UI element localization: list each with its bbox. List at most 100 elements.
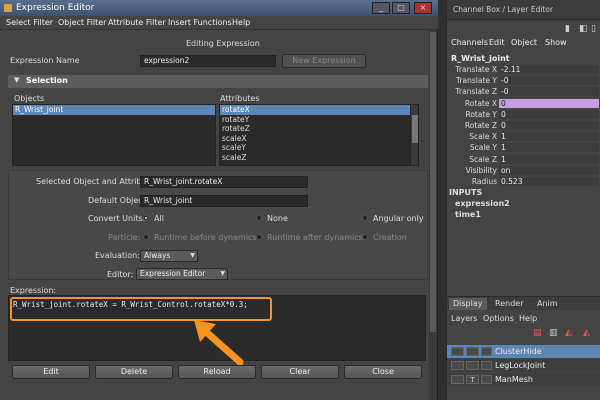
channel-attr-value[interactable]: 1	[499, 132, 599, 142]
menu-object-filter[interactable]: Object Filter	[58, 18, 106, 27]
input-time1[interactable]: time1	[455, 210, 481, 219]
create-layer-icon[interactable]: ◭	[565, 328, 572, 338]
selection-section-header[interactable]: ▼ Selection	[8, 75, 428, 88]
channel-box-title: Channel Box / Layer Editor	[447, 0, 600, 20]
channel-row[interactable]: Visibility on	[447, 165, 600, 176]
layer-visibility-toggle[interactable]	[451, 361, 464, 370]
menu-layer-help[interactable]: Help	[519, 314, 537, 323]
editor-dropdown[interactable]: Expression Editor ▼	[136, 268, 228, 280]
radio-angular-only[interactable]	[362, 215, 368, 221]
layer-stack-icon[interactable]: ▥	[549, 328, 558, 338]
channel-row[interactable]: Rotate Z0	[447, 120, 600, 131]
close-window-button[interactable]: ×	[414, 2, 432, 14]
evaluation-label: Evaluation:	[95, 251, 140, 260]
attributes-list[interactable]: rotateX rotateY rotateZ scaleX scaleY sc…	[219, 104, 419, 166]
menu-select-filter[interactable]: Select Filter	[6, 18, 53, 27]
list-item[interactable]: scaleX	[220, 134, 418, 144]
layer-color-swatch[interactable]	[481, 375, 492, 384]
channel-row[interactable]: Translate Z -0	[447, 86, 600, 97]
channel-attr-value[interactable]: 1	[499, 143, 599, 153]
toggle-icon[interactable]: ▮	[565, 24, 570, 34]
layer-visibility-toggle[interactable]	[451, 375, 464, 384]
add-selected-icon[interactable]: ◭	[583, 328, 590, 338]
channel-attr-value[interactable]: 1	[499, 154, 599, 164]
channel-row[interactable]: Radius 0.523	[447, 176, 600, 187]
radio-none[interactable]	[256, 215, 262, 221]
channel-row[interactable]: Scale X1	[447, 131, 600, 142]
list-item[interactable]: rotateY	[220, 115, 418, 125]
tab-render[interactable]: Render	[491, 298, 527, 310]
channel-attr-value[interactable]: 0	[499, 98, 599, 108]
edit-button[interactable]: Edit	[12, 365, 90, 379]
scrollbar-thumb[interactable]	[412, 115, 418, 143]
close-button[interactable]: Close	[344, 365, 422, 379]
layer-color-swatch[interactable]	[481, 347, 492, 356]
selected-object-attr-input[interactable]: R_Wrist_joint.rotateX	[140, 176, 308, 188]
radio-runtime-after[interactable]	[256, 234, 262, 240]
menu-layers[interactable]: Layers	[451, 314, 477, 323]
evaluation-dropdown[interactable]: Always ▼	[140, 250, 198, 262]
menu-options[interactable]: Options	[483, 314, 514, 323]
menu-insert-functions[interactable]: Insert Functions	[168, 18, 232, 27]
tab-anim[interactable]: Anim	[533, 298, 562, 310]
channel-attr-value[interactable]: 0	[499, 109, 599, 119]
channel-row[interactable]: Translate Y -0	[447, 75, 600, 86]
radio-creation[interactable]	[362, 234, 368, 240]
layer-color-swatch[interactable]	[481, 361, 492, 370]
minimize-button[interactable]: _	[372, 2, 390, 14]
menu-help[interactable]: Help	[232, 18, 250, 27]
objects-list[interactable]: R_Wrist_joint	[12, 104, 216, 166]
radio-all[interactable]	[143, 215, 149, 221]
channel-attr-value[interactable]: on	[499, 165, 599, 175]
channel-row[interactable]: Translate X -2.11	[447, 64, 600, 75]
menu-bar: Select Filter Object Filter Attribute Fi…	[0, 16, 438, 30]
scrollbar-thumb[interactable]	[430, 32, 436, 332]
layer-row[interactable]: T ManMesh	[447, 373, 600, 386]
panel-options-icon[interactable]: ◧	[579, 24, 588, 34]
tab-display[interactable]: Display	[449, 298, 487, 310]
attributes-scrollbar[interactable]	[410, 105, 418, 165]
menu-edit[interactable]: Edit	[489, 38, 505, 47]
editor-scrollbar[interactable]	[429, 30, 437, 400]
channel-row[interactable]: Scale Z1	[447, 154, 600, 165]
menu-attribute-filter[interactable]: Attribute Filter	[108, 18, 166, 27]
clear-button[interactable]: Clear	[261, 365, 339, 379]
channel-attr-name: Radius	[471, 177, 497, 186]
channel-attr-value[interactable]: -0	[499, 76, 599, 86]
default-object-input[interactable]: R_Wrist_joint	[140, 195, 308, 207]
layer-editor-tabs: Display Render Anim	[447, 296, 600, 310]
radio-runtime-before[interactable]	[143, 234, 149, 240]
list-item[interactable]: scaleZ	[220, 153, 418, 163]
layer-display-type-toggle[interactable]: T	[466, 375, 479, 384]
layer-row[interactable]: ClusterHide	[447, 345, 600, 358]
list-item[interactable]: rotateZ	[220, 124, 418, 134]
new-layer-icon[interactable]: ▤	[533, 328, 542, 338]
collapse-arrow-icon: ▼	[14, 76, 20, 84]
delete-button[interactable]: Delete	[95, 365, 173, 379]
layer-visibility-toggle[interactable]	[451, 347, 464, 356]
reload-button[interactable]: Reload	[178, 365, 256, 379]
layer-display-type-toggle[interactable]	[466, 347, 479, 356]
channel-row[interactable]: Scale Y1	[447, 142, 600, 153]
channel-attr-value[interactable]: 0.523	[499, 177, 599, 186]
input-expression2[interactable]: expression2	[455, 199, 510, 208]
layer-row[interactable]: LegLockJoint	[447, 359, 600, 372]
channel-attr-name: Translate Z	[455, 87, 497, 97]
layer-display-type-toggle[interactable]	[466, 361, 479, 370]
menu-object[interactable]: Object	[511, 38, 537, 47]
list-item[interactable]: scaleY	[220, 143, 418, 153]
menu-channels[interactable]: Channels	[451, 38, 488, 47]
list-item[interactable]: R_Wrist_joint	[13, 105, 215, 115]
channel-row[interactable]: Rotate Y0	[447, 109, 600, 120]
maximize-button[interactable]: □	[392, 2, 410, 14]
toggle-icon[interactable]: ▯	[591, 24, 596, 34]
expression-name-input[interactable]: expression2	[140, 55, 276, 67]
panel-divider[interactable]	[438, 0, 446, 400]
channel-attr-value[interactable]: -2.11	[499, 65, 599, 74]
channel-row[interactable]: Rotate X0	[447, 98, 600, 109]
menu-show[interactable]: Show	[545, 38, 567, 47]
channel-attr-value[interactable]: 0	[499, 121, 599, 130]
new-expression-button[interactable]: New Expression	[282, 54, 366, 68]
channel-attr-value[interactable]: -0	[499, 87, 599, 97]
list-item[interactable]: rotateX	[220, 105, 418, 115]
